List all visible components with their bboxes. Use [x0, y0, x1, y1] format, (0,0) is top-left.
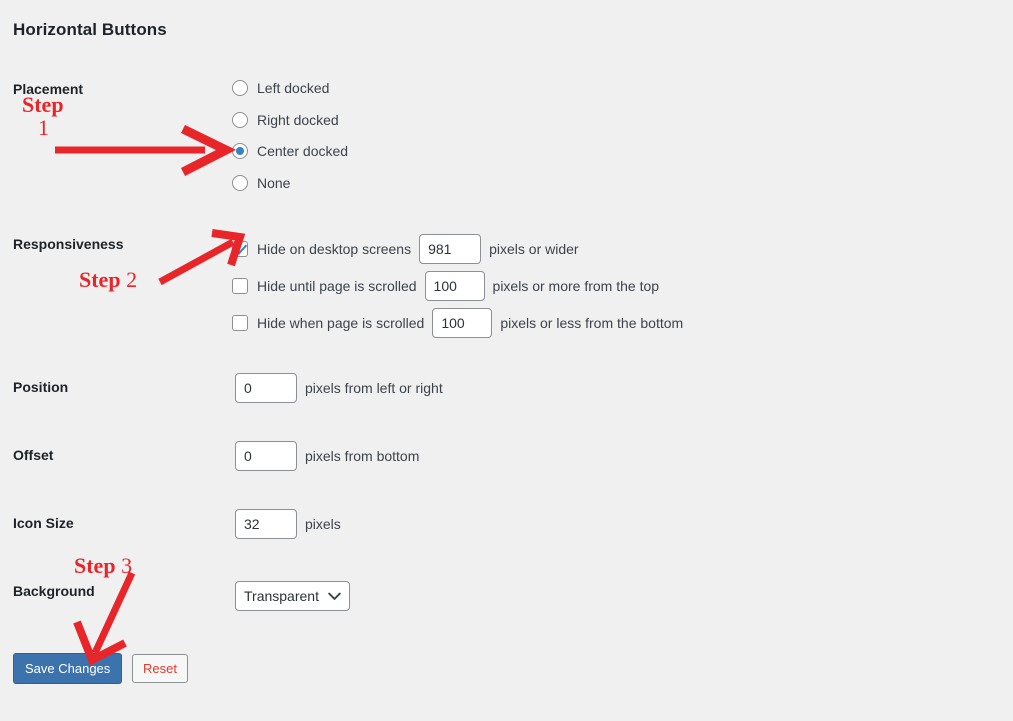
annotation-step-3-number: 3 — [121, 553, 133, 578]
radio-option-center-docked[interactable]: Center docked — [232, 140, 348, 162]
annotation-step-2-word: Step — [79, 267, 127, 292]
background-select-wrap: Transparent — [235, 581, 350, 611]
input-hide-until-scrolled-offset[interactable] — [424, 271, 485, 301]
input-hide-when-scrolled-offset[interactable] — [432, 308, 493, 338]
responsiveness-row-hide-until-scrolled: Hide until page is scrolled pixels or mo… — [232, 271, 683, 301]
position-suffix: pixels from left or right — [305, 380, 443, 396]
radio-icon-left-docked[interactable] — [232, 80, 248, 96]
radio-option-right-docked[interactable]: Right docked — [232, 109, 348, 131]
annotation-arrow-1 — [55, 124, 237, 177]
annotation-step-1-number: 1 — [38, 115, 49, 140]
radio-label-none: None — [257, 174, 291, 191]
checkbox-label-hide-until-scrolled: Hide until page is scrolled — [257, 278, 417, 294]
checkbox-label-hide-on-desktop: Hide on desktop screens — [257, 241, 412, 257]
input-position[interactable] — [235, 373, 297, 403]
offset-field-row: pixels from bottom — [235, 441, 419, 471]
annotation-step-2-number: 2 — [126, 267, 138, 292]
radio-icon-right-docked[interactable] — [232, 111, 248, 128]
reset-button[interactable]: Reset — [132, 654, 188, 683]
placement-label: Placement — [13, 81, 84, 97]
chevron-down-icon — [328, 592, 341, 601]
offset-suffix: pixels from bottom — [305, 448, 420, 464]
background-label: Background — [13, 583, 95, 599]
annotation-step-3-word: Step — [74, 553, 122, 578]
offset-label: Offset — [13, 447, 54, 463]
input-hide-on-desktop-width[interactable] — [419, 234, 482, 264]
input-icon-size[interactable] — [235, 509, 297, 539]
input-offset[interactable] — [235, 441, 297, 471]
icon-size-field-row: pixels — [235, 509, 341, 539]
checkbox-hide-until-scrolled[interactable] — [232, 278, 248, 294]
background-select-value: Transparent — [244, 588, 319, 604]
radio-option-left-docked[interactable]: Left docked — [232, 77, 348, 99]
suffix-hide-when-scrolled: pixels or less from the bottom — [500, 315, 684, 331]
icon-size-label: Icon Size — [13, 515, 74, 531]
annotation-step-3: Step 3 — [74, 553, 132, 579]
position-label: Position — [13, 379, 69, 395]
suffix-hide-until-scrolled: pixels or more from the top — [492, 278, 660, 294]
annotation-step-1: Step 1 — [22, 94, 64, 139]
radio-icon-none[interactable] — [232, 174, 248, 191]
radio-icon-center-docked[interactable] — [232, 143, 248, 159]
icon-size-suffix: pixels — [305, 516, 341, 532]
responsiveness-row-hide-when-scrolled: Hide when page is scrolled pixels or les… — [232, 308, 683, 338]
radio-label-left-docked: Left docked — [257, 80, 330, 96]
radio-label-center-docked: Center docked — [257, 143, 349, 159]
checkbox-hide-when-scrolled[interactable] — [232, 315, 248, 331]
save-changes-button[interactable]: Save Changes — [13, 653, 123, 684]
radio-label-right-docked: Right docked — [257, 111, 339, 128]
annotation-step-2: Step 2 — [79, 267, 137, 293]
checkbox-hide-on-desktop[interactable] — [232, 241, 248, 257]
checkbox-label-hide-when-scrolled: Hide when page is scrolled — [257, 315, 425, 331]
responsiveness-row-hide-on-desktop: Hide on desktop screens pixels or wider — [232, 234, 683, 264]
responsiveness-label: Responsiveness — [13, 236, 124, 252]
responsiveness-group: Hide on desktop screens pixels or wider … — [232, 234, 683, 345]
page-title: Horizontal Buttons — [13, 20, 167, 39]
placement-radio-group: Left docked Right docked Center docked N… — [232, 77, 348, 203]
radio-option-none[interactable]: None — [232, 172, 348, 194]
background-select[interactable]: Transparent — [235, 581, 350, 611]
position-field-row: pixels from left or right — [235, 373, 443, 403]
suffix-hide-on-desktop: pixels or wider — [489, 241, 579, 257]
